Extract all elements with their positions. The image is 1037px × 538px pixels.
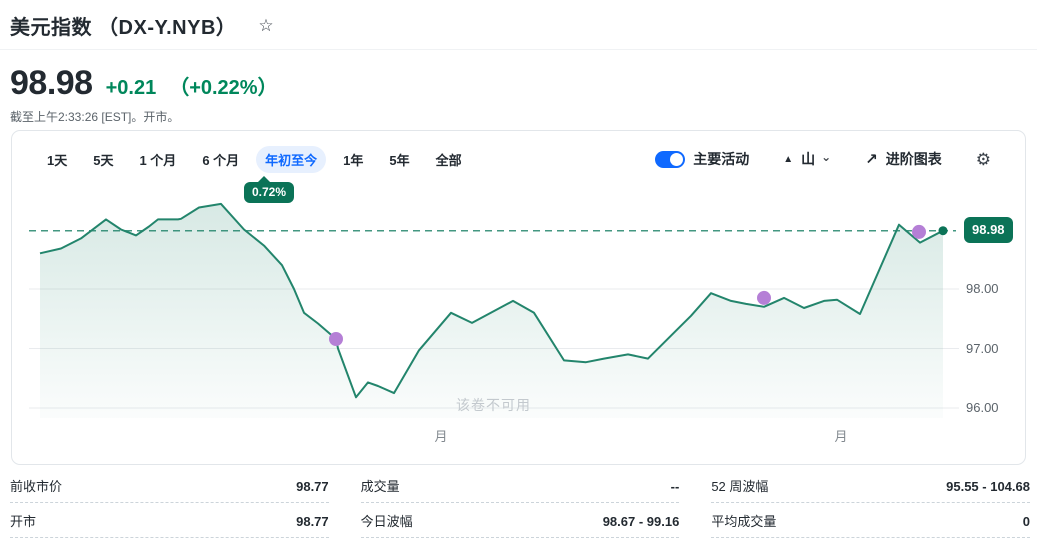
chart-controls: 主要活动 ▲ 山 ⌄ ↗ 进阶图表 ⚙	[655, 149, 991, 169]
chart-type-dropdown[interactable]: ▲ 山 ⌄	[783, 149, 831, 169]
volume-unavailable-watermark: 该卷不可用	[456, 397, 531, 413]
current-price-tag: 98.98	[964, 216, 1013, 243]
stat-day-range: 今日波幅 98.67 - 99.16	[360, 503, 680, 538]
star-icon[interactable]: ☆	[258, 17, 273, 34]
key-stats: 前收市价 98.77 成交量 -- 52 周波幅 95.55 - 104.68 …	[10, 468, 1030, 538]
y-axis-tick: 98.00	[966, 281, 999, 296]
ytd-change-badge: 0.72%	[244, 176, 295, 203]
range-1y[interactable]: 1年	[334, 146, 372, 173]
range-selector: 1天 5天 1 个月 6 个月 年初至今 1年 5年 全部	[38, 145, 471, 173]
range-1m[interactable]: 1 个月	[130, 146, 185, 173]
price-change: +0.21	[105, 77, 157, 99]
range-5y[interactable]: 5年	[380, 146, 418, 173]
y-axis-tick: 97.00	[966, 340, 999, 356]
key-events-control: 主要活动	[655, 149, 749, 169]
x-axis-tick: 月	[834, 429, 848, 444]
y-axis-tick: 96.00	[966, 400, 999, 415]
toggle-knob	[670, 152, 684, 166]
range-1d[interactable]: 1天	[38, 146, 76, 173]
stat-avg-volume: 平均成交量 0	[711, 503, 1030, 538]
stat-open: 开市 98.77	[10, 503, 329, 538]
range-5d[interactable]: 5天	[84, 146, 122, 173]
chevron-down-icon: ⌄	[821, 150, 832, 164]
current-price: 98.98	[10, 64, 93, 102]
price-change-percent: （+0.22%）	[169, 77, 278, 99]
quote-header: 美元指数 （DX-Y.NYB） ☆	[0, 0, 1037, 50]
chart-type-label: 山	[801, 151, 816, 167]
range-6m[interactable]: 6 个月	[193, 146, 248, 173]
key-events-toggle[interactable]	[655, 150, 686, 168]
chart-card: 1天 5天 1 个月 6 个月 年初至今 1年 5年 全部 主要活动 ▲ 山 ⌄…	[11, 130, 1026, 465]
x-axis-tick: 月	[434, 429, 448, 444]
quote-timestamp: 截至上午2:33:26 [EST]。开市。	[10, 110, 180, 124]
gear-icon[interactable]: ⚙	[976, 151, 991, 168]
expand-icon: ↗	[865, 151, 878, 168]
last-price-dot	[938, 226, 948, 236]
mountain-chart-icon: ▲	[783, 153, 794, 165]
range-ytd[interactable]: 年初至今	[256, 145, 327, 173]
range-all[interactable]: 全部	[427, 146, 471, 173]
page-title: 美元指数 （DX-Y.NYB）	[10, 17, 237, 39]
event-marker[interactable]	[329, 332, 343, 346]
stat-52wk-range: 52 周波幅 95.55 - 104.68	[711, 468, 1030, 503]
advanced-chart-label: 进阶图表	[885, 151, 942, 167]
area-fill	[40, 203, 943, 418]
stat-volume: 成交量 --	[360, 468, 680, 503]
key-events-label: 主要活动	[693, 151, 750, 167]
stat-previous-close: 前收市价 98.77	[10, 468, 329, 503]
price-row: 98.98 +0.21 （+0.22%）	[0, 50, 1037, 103]
chart-toolbar: 1天 5天 1 个月 6 个月 年初至今 1年 5年 全部 主要活动 ▲ 山 ⌄…	[12, 131, 1025, 174]
event-marker[interactable]	[912, 224, 926, 239]
event-marker[interactable]	[757, 290, 771, 305]
advanced-chart-button[interactable]: ↗ 进阶图表	[865, 149, 942, 169]
price-chart-canvas[interactable]	[12, 131, 1027, 466]
